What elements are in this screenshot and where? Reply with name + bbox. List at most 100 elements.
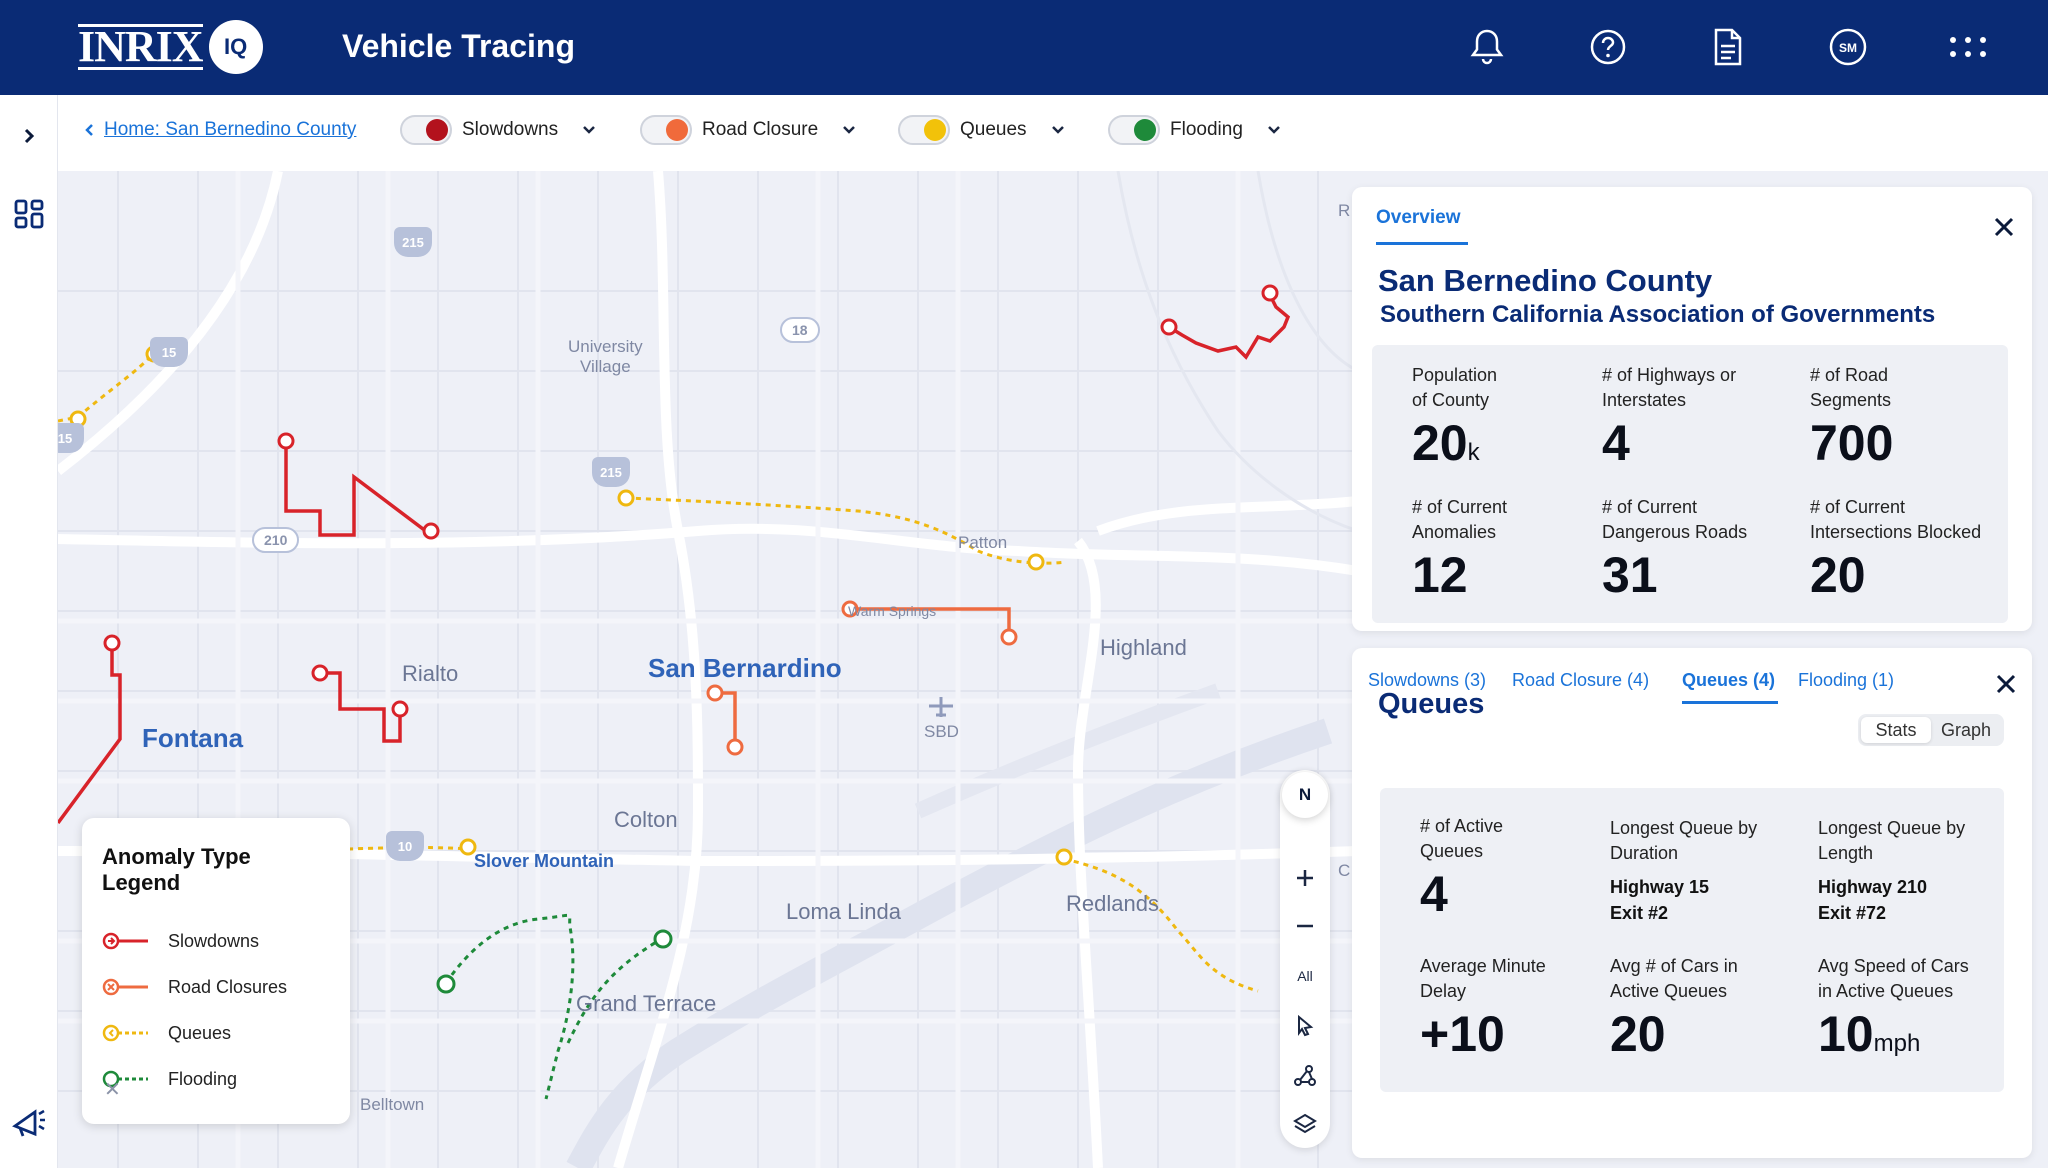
zoom-out-button[interactable] <box>1280 906 1330 946</box>
slowdown-line-icon <box>102 932 148 950</box>
map-label-university-village: University Village <box>568 337 643 376</box>
chevron-down-icon[interactable] <box>580 121 598 139</box>
legend-label: Flooding <box>168 1068 238 1089</box>
apps-grid-icon[interactable] <box>1945 24 1991 70</box>
road-closure-switch[interactable] <box>640 115 692 145</box>
filter-toggle-flooding[interactable]: Flooding <box>1108 115 1283 145</box>
dashboard-icon[interactable] <box>10 195 48 233</box>
stat-label: # of Current Anomalies <box>1412 497 1508 542</box>
map-label-grand-terrace: Grand Terrace <box>576 991 717 1016</box>
stat-avg-cars: Avg # of Cars in Active Queues 20 <box>1610 954 1738 1064</box>
announcement-icon[interactable] <box>10 1103 48 1141</box>
view-graph-button[interactable]: Graph <box>1931 717 2001 743</box>
stat-value: 10mph <box>1818 1004 1969 1074</box>
switch-knob <box>1134 119 1156 141</box>
filter-label: Road Closure <box>702 119 819 140</box>
stat-label: Longest Queue by Duration <box>1610 818 1758 863</box>
tab-underline <box>1682 701 1778 704</box>
interstate-shield-215: 215 <box>592 457 630 487</box>
flooding-switch[interactable] <box>1108 115 1160 145</box>
document-icon[interactable] <box>1705 24 1751 70</box>
back-chevron-icon <box>85 124 93 136</box>
stat-value: Highway 15 Exit #2 <box>1610 877 1710 923</box>
stat-label: # of Active Queues <box>1420 816 1504 861</box>
slowdowns-switch[interactable] <box>400 115 452 145</box>
filter-label: Queues <box>960 119 1027 140</box>
breadcrumb[interactable]: Home: San Bernedino County <box>84 119 356 141</box>
map-label-patton: Patton <box>958 533 1008 552</box>
county-association: Southern California Association of Gover… <box>1380 301 1936 328</box>
stat-label: # of Highways or Interstates <box>1602 365 1737 410</box>
legend-close-icon[interactable]: ✕ <box>104 1077 121 1102</box>
airport-marker: SBD <box>924 695 959 742</box>
map-label-san-bernardino: San Bernardino <box>648 653 842 683</box>
tab-overview[interactable]: Overview <box>1376 207 1461 229</box>
filter-toggle-road-closure[interactable]: Road Closure <box>640 115 858 145</box>
stat-value: 20 <box>1810 547 1866 603</box>
chevron-down-icon[interactable] <box>1265 121 1283 139</box>
stat-label: # of Road Segments <box>1810 365 1892 410</box>
bell-icon[interactable] <box>1464 24 1510 70</box>
stat-highways: # of Highways or Interstates 4 <box>1602 363 1736 473</box>
map-label-loma-linda: Loma Linda <box>786 899 901 924</box>
stat-label: Population of County <box>1412 365 1498 410</box>
road-closure-line-icon <box>102 978 148 996</box>
filter-toggle-slowdowns[interactable]: Slowdowns <box>400 115 598 145</box>
map-label-slover-mountain: Slover Mountain <box>474 851 615 871</box>
close-icon[interactable] <box>1992 670 2020 698</box>
county-title: San Bernedino County <box>1378 263 1713 298</box>
map-label-warm-springs: Warm Springs <box>848 603 937 619</box>
show-all-button[interactable]: All <box>1280 956 1330 996</box>
stat-average-delay: Average Minute Delay +10 <box>1420 954 1546 1064</box>
stat-longest-length: Longest Queue by Length Highway 210 Exit… <box>1818 816 1965 926</box>
route-tool-icon[interactable] <box>1280 1056 1330 1096</box>
stat-label: Average Minute Delay <box>1420 956 1546 1001</box>
stat-value: Highway 210 Exit #72 <box>1818 877 1928 923</box>
app-title: Vehicle Tracing <box>342 28 575 64</box>
pointer-tool-icon[interactable] <box>1280 1006 1330 1046</box>
switch-knob <box>426 119 448 141</box>
logo-wordmark: INRIX <box>78 22 204 71</box>
stat-value: +10 <box>1420 1006 1505 1062</box>
tab-flooding[interactable]: Flooding (1) <box>1798 670 1894 691</box>
interstate-shield-15: 15 <box>150 337 188 367</box>
zoom-in-button[interactable] <box>1280 858 1330 898</box>
map-label-edge-c: C <box>1338 861 1351 880</box>
map-label-highland: Highland <box>1100 635 1187 660</box>
tab-queues[interactable]: Queues (4) <box>1682 670 1775 691</box>
legend-label: Slowdowns <box>168 930 260 951</box>
interstate-shield-10: 10 <box>386 831 424 861</box>
compass-button[interactable]: N <box>1282 772 1328 818</box>
breadcrumb-link[interactable]: Home: San Bernedino County <box>104 119 356 141</box>
stat-value: 20 <box>1610 1006 1666 1062</box>
filter-toggle-queues[interactable]: Queues <box>898 115 1067 145</box>
user-avatar[interactable]: SM <box>1825 24 1871 70</box>
interstate-shield-215: 215 <box>394 227 432 257</box>
map-label-belltown: Belltown <box>360 1095 425 1114</box>
top-header: INRIX IQ Vehicle Tracing SM <box>0 0 2048 95</box>
view-stats-button[interactable]: Stats <box>1861 717 1931 743</box>
stat-label: # of Current Intersections Blocked <box>1810 497 1982 542</box>
legend-label: Road Closures <box>168 976 288 997</box>
filter-label: Flooding <box>1170 119 1243 140</box>
expand-chevron-icon[interactable] <box>10 117 48 155</box>
legend-label: Queues <box>168 1022 232 1043</box>
filter-label: Slowdowns <box>462 119 559 140</box>
filter-bar: Home: San Bernedino County Slowdowns Roa… <box>58 95 2048 171</box>
legend-item-road-closures: Road Closures <box>102 964 330 1010</box>
close-icon[interactable] <box>1990 213 2018 241</box>
map-label-redlands: Redlands <box>1066 891 1159 916</box>
queues-switch[interactable] <box>898 115 950 145</box>
chevron-down-icon[interactable] <box>840 121 858 139</box>
map-label-colton: Colton <box>614 807 678 832</box>
route-marker-210: 210 <box>252 527 300 553</box>
left-rail <box>0 95 58 1168</box>
overview-stats: Population of County 20k # of Highways o… <box>1372 345 2008 623</box>
chevron-down-icon[interactable] <box>1049 121 1067 139</box>
user-initials: SM <box>1839 41 1857 55</box>
inrix-iq-logo[interactable]: INRIX IQ <box>78 20 263 74</box>
tab-road-closure[interactable]: Road Closure (4) <box>1512 670 1649 691</box>
view-toggle[interactable]: Stats Graph <box>1858 714 2004 746</box>
help-icon[interactable] <box>1585 24 1631 70</box>
layers-icon[interactable] <box>1280 1104 1330 1144</box>
